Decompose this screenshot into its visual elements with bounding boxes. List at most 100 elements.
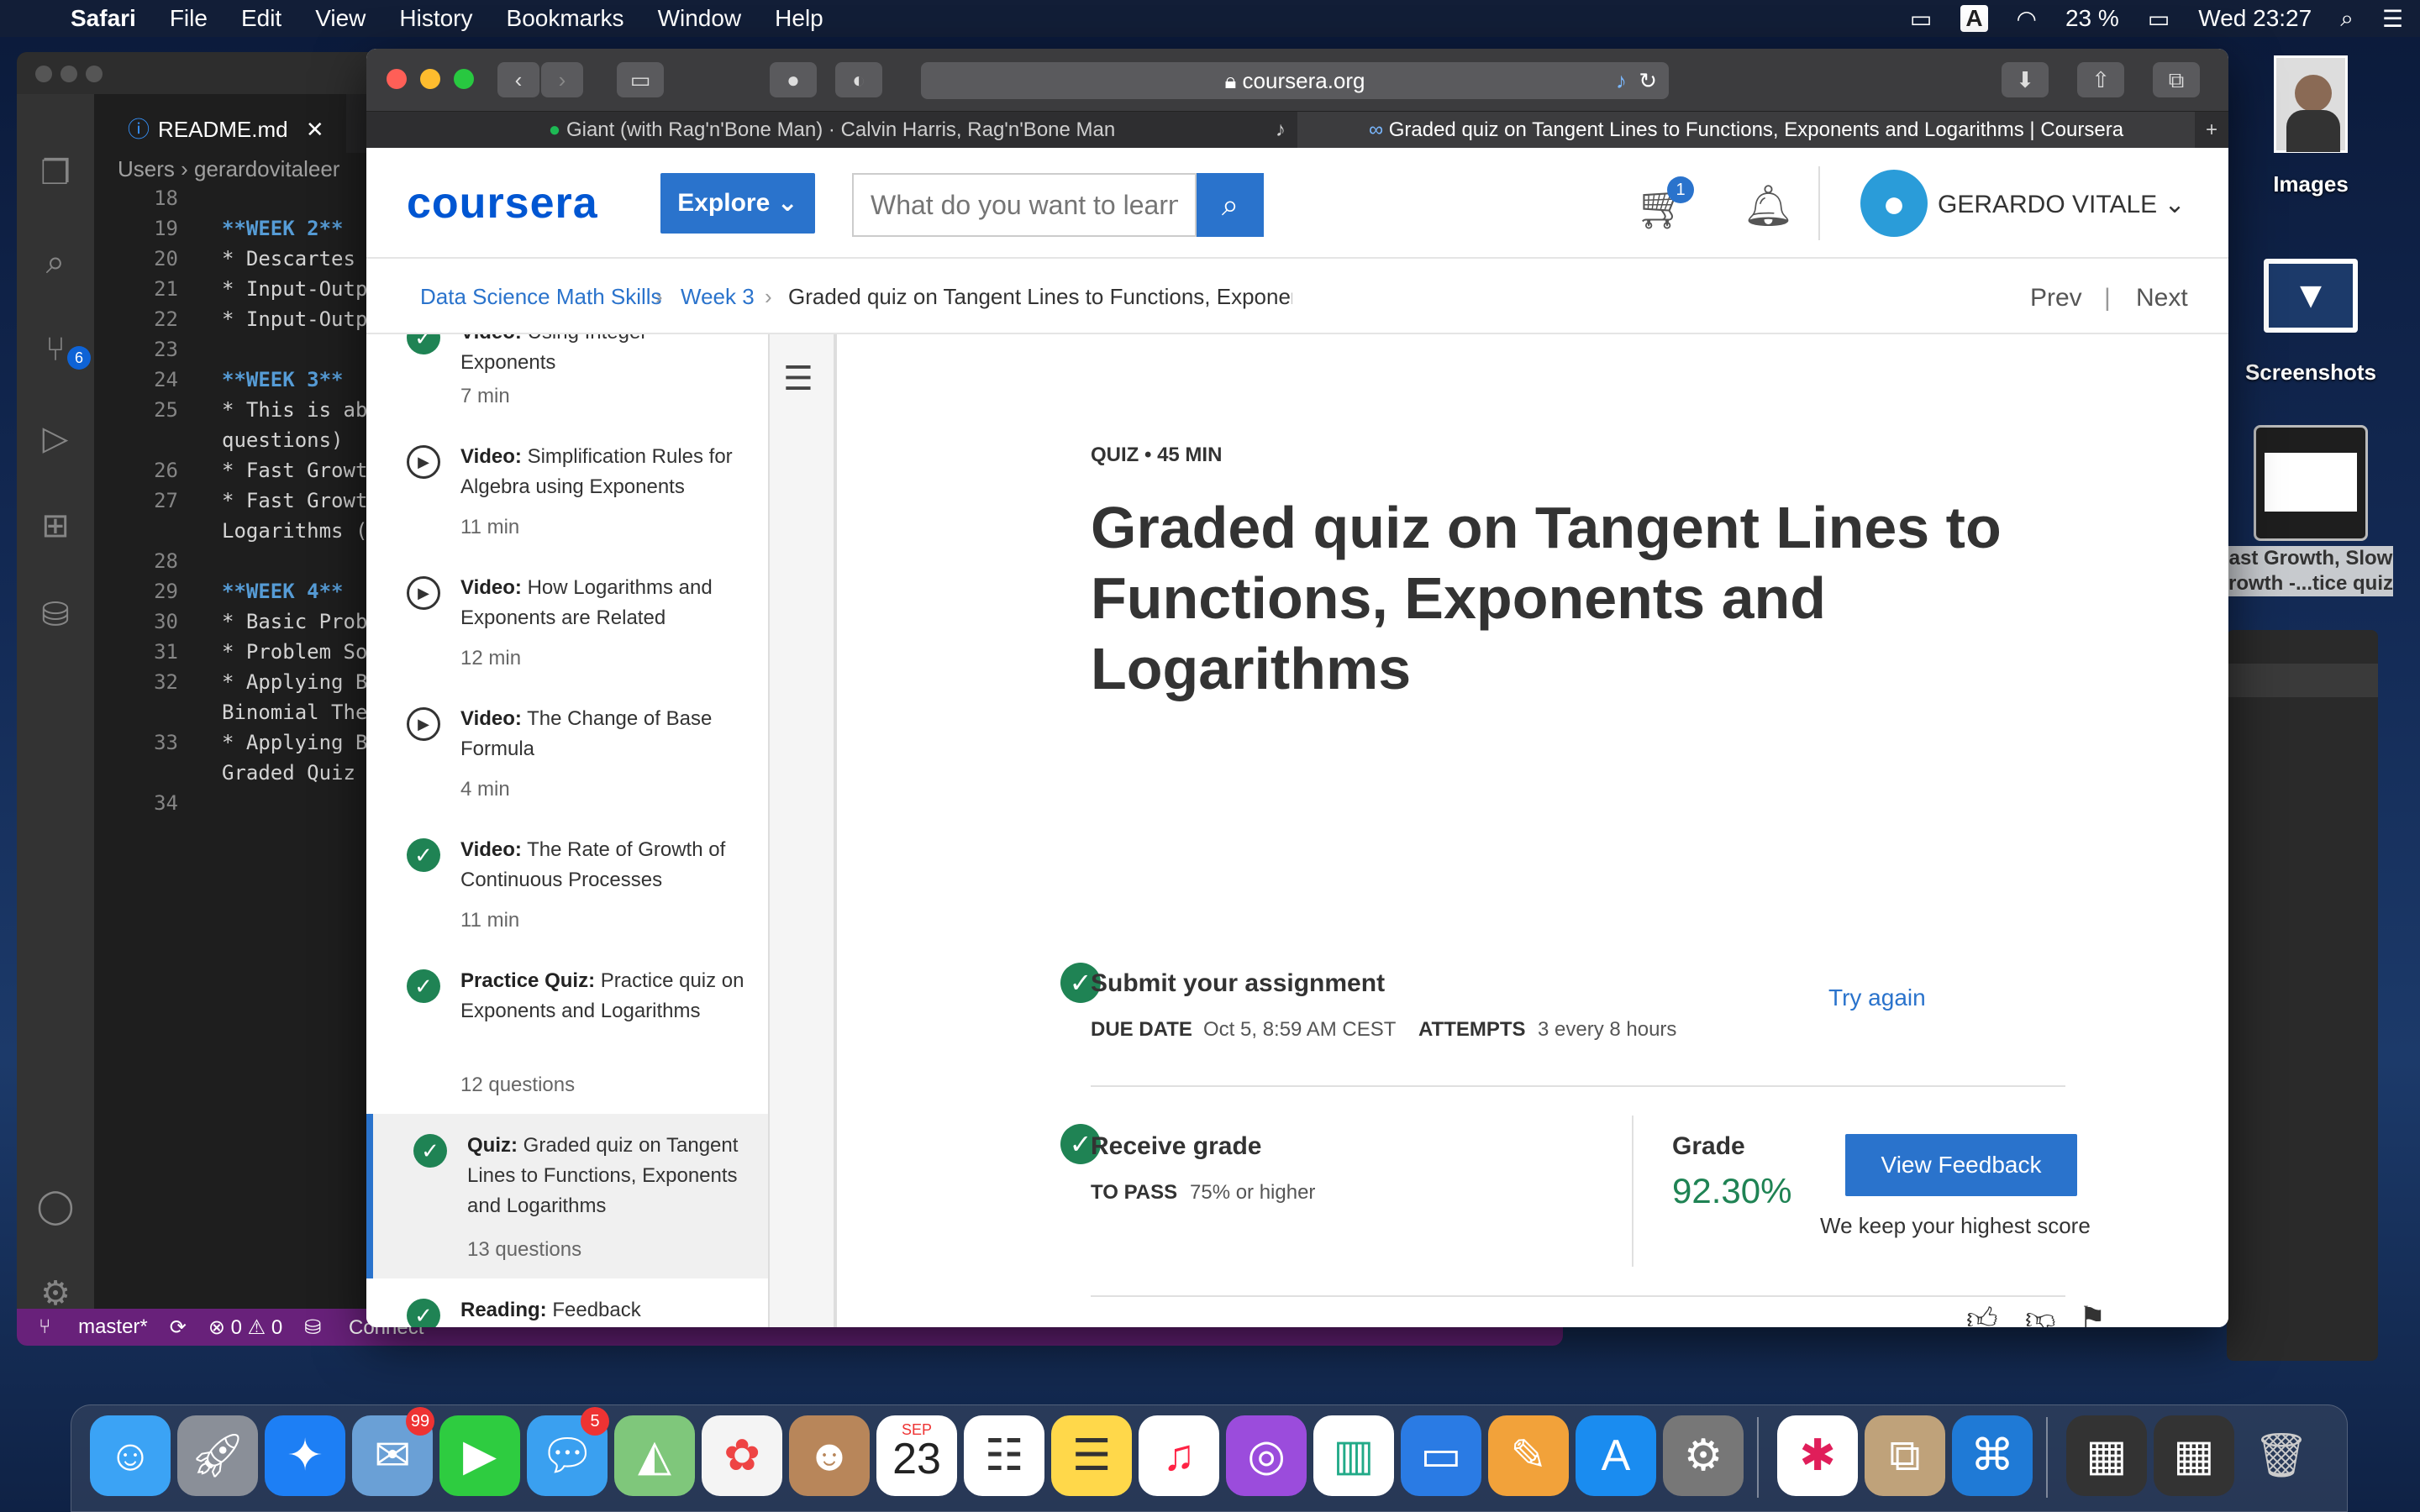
new-tab-button[interactable]: +: [2195, 112, 2228, 149]
vscode-close-button[interactable]: [35, 66, 52, 82]
reload-icon[interactable]: ↻: [1639, 62, 1657, 99]
account-icon[interactable]: ◯: [35, 1186, 76, 1226]
menu-file[interactable]: File: [170, 5, 208, 32]
notes-icon[interactable]: ☰: [1051, 1415, 1132, 1496]
tab-readme[interactable]: ⓘ README.md ✕: [94, 94, 346, 153]
tab-spotify[interactable]: ● Giant (with Rag'n'Bone Man) · Calvin H…: [366, 112, 1297, 149]
menu-view[interactable]: View: [315, 5, 366, 32]
screenshot-file-thumbnail[interactable]: [2254, 425, 2368, 541]
sidebar-toggle-icon[interactable]: ▭: [617, 62, 664, 97]
pages-icon[interactable]: ✎: [1488, 1415, 1569, 1496]
sidebar-item[interactable]: ✓ Video: The Rate of Growth of Continuous…: [366, 818, 768, 949]
vscode-icon[interactable]: ⌘: [1952, 1415, 2033, 1496]
forward-button[interactable]: ›: [541, 62, 583, 97]
user-menu[interactable]: GERARDO VITALE ⌄: [1938, 190, 2186, 219]
database-icon[interactable]: ⛁: [35, 595, 76, 635]
spotlight-icon[interactable]: ⌕: [2340, 5, 2354, 33]
coursera-logo[interactable]: coursera: [407, 178, 598, 228]
menu-window[interactable]: Window: [658, 5, 742, 32]
preview-icon[interactable]: ⧉: [1865, 1415, 1945, 1496]
search-input[interactable]: [852, 173, 1197, 237]
thumbs-up-icon[interactable]: 👍︎: [1966, 1300, 1998, 1327]
sidebar-item[interactable]: ✓ Practice Quiz: Practice quiz on Exponen…: [366, 949, 768, 1114]
prev-link[interactable]: Prev: [2030, 284, 2082, 312]
vscode-zoom-button[interactable]: [86, 66, 103, 82]
slack-icon[interactable]: ✱: [1777, 1415, 1858, 1496]
breadcrumb-course[interactable]: Data Science Math Skills: [420, 284, 662, 310]
next-link[interactable]: Next: [2136, 284, 2188, 312]
desktop-label-screenshots[interactable]: Screenshots: [2227, 360, 2395, 386]
try-again-link[interactable]: Try again: [1828, 984, 1926, 1011]
sidebar-item[interactable]: ✓Reading: Feedback10 min: [366, 1278, 768, 1327]
keynote-icon[interactable]: ▭: [1401, 1415, 1481, 1496]
privacy-shield-icon[interactable]: ◐: [835, 62, 882, 97]
sidebar-item[interactable]: ▶ Video: Simplification Rules for Algebra…: [366, 425, 768, 556]
launchpad-icon[interactable]: 🚀︎: [177, 1415, 258, 1496]
menu-bookmarks[interactable]: Bookmarks: [507, 5, 624, 32]
sidebar-item[interactable]: ✓ Quiz: Graded quiz on Tangent Lines to F…: [366, 1114, 768, 1278]
branch-indicator[interactable]: ⑂ master*: [39, 1315, 148, 1339]
close-button[interactable]: [387, 69, 407, 89]
wifi-icon[interactable]: ◠: [2017, 5, 2037, 33]
user-avatar[interactable]: ●: [1860, 170, 1928, 237]
explorer-icon[interactable]: ❐: [35, 153, 76, 193]
address-bar[interactable]: 🔒︎ coursera.org ♪ ↻: [921, 62, 1669, 99]
audio-playing-icon[interactable]: ♪: [1616, 62, 1627, 99]
tab-overview-icon[interactable]: ⧉: [2153, 62, 2200, 97]
podcasts-icon[interactable]: ◎: [1226, 1415, 1307, 1496]
calendar-icon[interactable]: SEP 23: [876, 1415, 957, 1496]
menu-edit[interactable]: Edit: [241, 5, 281, 32]
tab-audio-icon[interactable]: ♪: [1276, 112, 1286, 149]
settings-gear-icon[interactable]: ⚙: [35, 1273, 76, 1314]
input-source-icon[interactable]: A: [1960, 5, 1988, 32]
safari-icon[interactable]: ✦: [265, 1415, 345, 1496]
battery-percent[interactable]: 23 %: [2065, 5, 2119, 32]
airplay-icon[interactable]: ▭: [1910, 5, 1932, 33]
control-center-icon[interactable]: ☰: [2382, 5, 2403, 33]
problems-indicator[interactable]: ⊗ 0 ⚠ 0: [208, 1315, 282, 1340]
sync-icon[interactable]: ⟳: [170, 1315, 187, 1340]
system-preferences-icon[interactable]: ⚙: [1663, 1415, 1744, 1496]
app-store-icon[interactable]: A: [1576, 1415, 1656, 1496]
explore-button[interactable]: Explore ⌄: [660, 173, 815, 234]
menu-history[interactable]: History: [399, 5, 472, 32]
minimize-button[interactable]: [420, 69, 440, 89]
zoom-button[interactable]: [454, 69, 474, 89]
adblock-extension-icon[interactable]: ●: [770, 62, 817, 97]
numbers-icon[interactable]: ▥: [1313, 1415, 1394, 1496]
desktop-label-images[interactable]: Images: [2227, 171, 2395, 197]
trash-icon[interactable]: 🗑︎: [2241, 1415, 2322, 1496]
tab-coursera[interactable]: ∞ Graded quiz on Tangent Lines to Functi…: [1297, 112, 2195, 149]
clock[interactable]: Wed 23:27: [2198, 5, 2312, 32]
menu-app-name[interactable]: Safari: [71, 5, 136, 32]
sidebar-item[interactable]: ▶ Video: The Change of Base Formula 4 min: [366, 687, 768, 818]
images-folder-thumbnail[interactable]: [2274, 55, 2348, 153]
flag-icon[interactable]: ⚑: [2079, 1300, 2106, 1327]
photos-icon[interactable]: ✿: [702, 1415, 782, 1496]
reminders-icon[interactable]: ☷: [964, 1415, 1044, 1496]
sidebar-item[interactable]: ✓ Video: Using Integer Exponents 7 min: [366, 334, 768, 425]
finder-icon[interactable]: ☺: [90, 1415, 171, 1496]
close-icon[interactable]: ✕: [306, 117, 324, 142]
extensions-icon[interactable]: ⊞: [35, 506, 76, 546]
downloads-icon[interactable]: ⬇: [2002, 62, 2049, 97]
back-button[interactable]: ‹: [497, 62, 539, 97]
breadcrumb-week[interactable]: Week 3: [681, 284, 755, 310]
list-toggle-icon[interactable]: ☰: [783, 360, 813, 398]
screenshot-stack-icon[interactable]: ▦: [2066, 1415, 2147, 1496]
desktop-label-screenshot-file[interactable]: ast Growth, Slow rowth -...tice quiz: [2228, 546, 2393, 596]
screenshots-folder-icon[interactable]: ▼: [2264, 259, 2358, 333]
run-debug-icon[interactable]: ▷: [35, 418, 76, 459]
notifications-bell-icon[interactable]: 🔔︎: [1743, 181, 1794, 229]
menu-help[interactable]: Help: [775, 5, 823, 32]
maps-icon[interactable]: ◭: [614, 1415, 695, 1496]
editor-breadcrumb[interactable]: Users › gerardovitaleer: [118, 156, 339, 182]
music-icon[interactable]: ♫: [1139, 1415, 1219, 1496]
facetime-icon[interactable]: ▶: [439, 1415, 520, 1496]
search-button[interactable]: ⌕: [1197, 173, 1264, 237]
share-icon[interactable]: ⇧: [2077, 62, 2124, 97]
contacts-icon[interactable]: ☻: [789, 1415, 870, 1496]
thumbs-down-icon[interactable]: 👎︎: [2025, 1300, 2056, 1327]
sidebar-item[interactable]: ▶ Video: How Logarithms and Exponents are…: [366, 556, 768, 687]
view-feedback-button[interactable]: View Feedback: [1845, 1134, 2077, 1196]
